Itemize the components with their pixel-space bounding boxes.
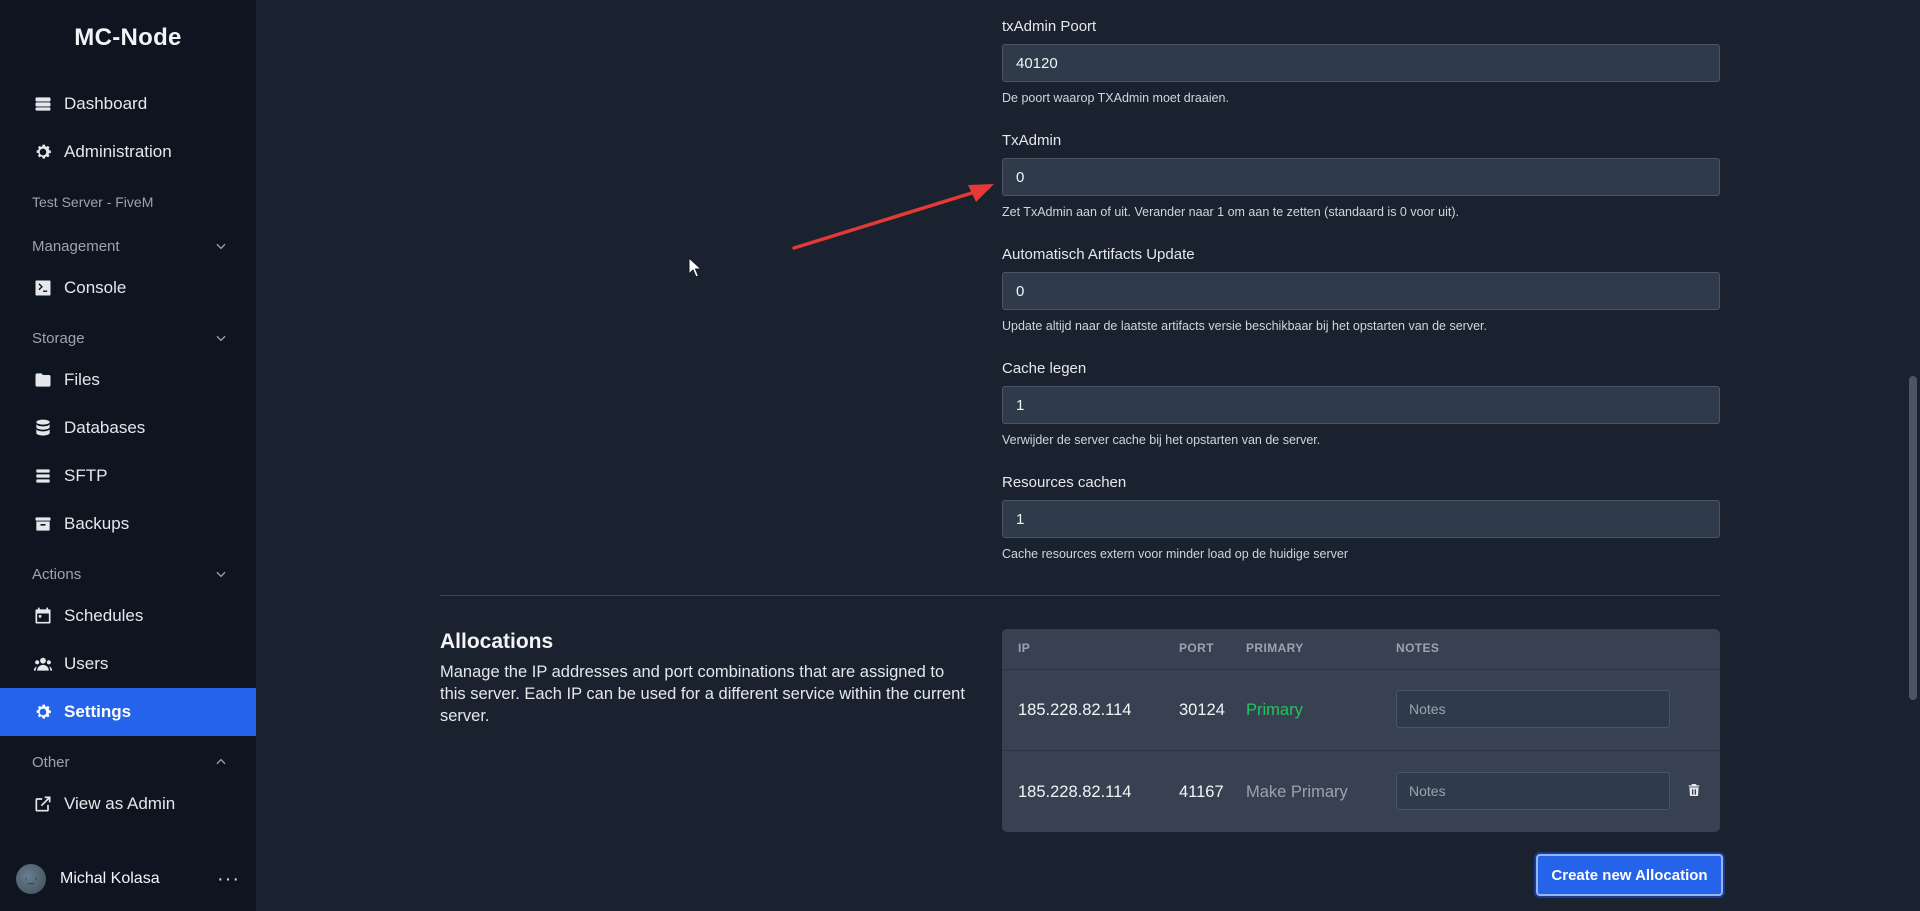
make-primary-button[interactable]: Make Primary (1246, 783, 1348, 802)
section-title: Other (32, 753, 70, 771)
gear-icon (32, 701, 54, 723)
section-title: Actions (32, 565, 82, 583)
allocation-port: 30124 (1179, 701, 1225, 719)
calendar-icon (32, 605, 54, 627)
sidebar-item-label: Schedules (64, 606, 144, 625)
create-allocation-button[interactable]: Create new Allocation (1536, 854, 1723, 896)
allocations-description: Manage the IP addresses and port combina… (440, 663, 965, 725)
gear-icon (32, 141, 54, 163)
chevron-down-icon (216, 571, 226, 578)
sidebar: MC-Node Dashboard Administration Test Se… (0, 0, 256, 911)
sidebar-item-label: View as Admin (64, 794, 176, 813)
allocation-port: 41167 (1179, 783, 1224, 801)
users-icon (32, 653, 54, 675)
primary-badge: Primary (1246, 701, 1303, 719)
layers-icon (32, 465, 54, 487)
chevron-down-icon (216, 335, 226, 342)
sidebar-item-files[interactable]: Files (0, 360, 256, 400)
sidebar-item-view-as-admin[interactable]: View as Admin (0, 784, 256, 824)
section-storage[interactable]: Storage (32, 326, 228, 350)
allocation-ip: 185.228.82.114 (1018, 701, 1132, 719)
brand-logo[interactable]: MC-Node (0, 24, 256, 52)
row-divider (1002, 669, 1720, 670)
archive-icon (32, 513, 54, 535)
column-header-notes: NOTES (1396, 641, 1440, 655)
sidebar-item-backups[interactable]: Backups (0, 504, 256, 544)
section-title: Storage (32, 329, 85, 347)
variable-help: Cache resources extern voor minder load … (1002, 547, 1349, 561)
more-options-icon[interactable]: ··· (217, 868, 240, 891)
chevron-up-icon (216, 758, 226, 765)
sidebar-item-label: SFTP (64, 466, 108, 485)
variable-label: TxAdmin (1002, 132, 1062, 149)
clear-cache-input[interactable] (1002, 386, 1720, 424)
sidebar-item-label: Backups (64, 514, 130, 533)
scrollbar-thumb[interactable] (1909, 376, 1917, 700)
variable-label: Cache legen (1002, 360, 1087, 377)
resources-cache-input[interactable] (1002, 500, 1720, 538)
variable-help: De poort waarop TXAdmin moet draaien. (1002, 91, 1229, 105)
variable-label: Resources cachen (1002, 474, 1127, 491)
sidebar-item-label: Users (64, 654, 109, 673)
notes-input[interactable] (1396, 690, 1670, 728)
row-divider (1002, 750, 1720, 751)
txadmin-toggle-input[interactable] (1002, 158, 1720, 196)
server-name: Test Server - FiveM (32, 194, 154, 210)
user-name: Michal Kolasa (60, 870, 160, 887)
database-icon (32, 417, 54, 439)
sidebar-item-schedules[interactable]: Schedules (0, 596, 256, 636)
sidebar-item-label: Settings (64, 702, 132, 721)
section-actions[interactable]: Actions (32, 562, 228, 586)
artifacts-update-input[interactable] (1002, 272, 1720, 310)
sidebar-item-settings[interactable]: Settings (0, 688, 256, 736)
annotation-arrow-icon (792, 184, 994, 250)
section-other[interactable]: Other (32, 750, 228, 774)
sidebar-item-label: Administration (64, 142, 172, 161)
trash-icon[interactable] (1686, 782, 1704, 800)
user-profile[interactable]: ·_· Michal Kolasa ··· (16, 862, 240, 896)
external-link-icon (32, 793, 54, 815)
sidebar-item-label: Dashboard (64, 94, 148, 113)
sidebar-item-databases[interactable]: Databases (0, 408, 256, 448)
chevron-down-icon (216, 243, 226, 250)
sidebar-item-label: Databases (64, 418, 146, 437)
avatar: ·_· (16, 864, 46, 894)
sidebar-item-label: Console (64, 278, 127, 297)
sidebar-item-dashboard[interactable]: Dashboard (0, 84, 256, 124)
allocation-ip: 185.228.82.114 (1018, 783, 1132, 801)
sidebar-item-label: Files (64, 370, 100, 389)
sidebar-item-console[interactable]: Console (0, 268, 256, 308)
variable-label: Automatisch Artifacts Update (1002, 246, 1195, 263)
section-divider (440, 595, 1720, 596)
allocations-title: Allocations (440, 630, 554, 653)
mouse-cursor-icon (688, 257, 702, 278)
section-management[interactable]: Management (32, 234, 228, 258)
server-stack-icon (32, 93, 54, 115)
variable-label: txAdmin Poort (1002, 18, 1097, 35)
variable-help: Verwijder de server cache bij het opstar… (1002, 433, 1321, 447)
variable-help: Zet TxAdmin aan of uit. Verander naar 1 … (1002, 205, 1459, 219)
column-header-primary: PRIMARY (1246, 641, 1304, 655)
column-header-port: PORT (1179, 641, 1214, 655)
notes-input[interactable] (1396, 772, 1670, 810)
sidebar-item-administration[interactable]: Administration (0, 132, 256, 172)
column-header-ip: IP (1018, 641, 1031, 655)
sidebar-item-users[interactable]: Users (0, 644, 256, 684)
allocations-table: IP PORT PRIMARY NOTES 185.228.82.114 301… (1002, 629, 1720, 832)
txadmin-port-input[interactable] (1002, 44, 1720, 82)
variable-help: Update altijd naar de laatste artifacts … (1002, 319, 1487, 333)
folder-icon (32, 369, 54, 391)
section-title: Management (32, 237, 120, 255)
terminal-icon (32, 277, 54, 299)
sidebar-item-sftp[interactable]: SFTP (0, 456, 256, 496)
